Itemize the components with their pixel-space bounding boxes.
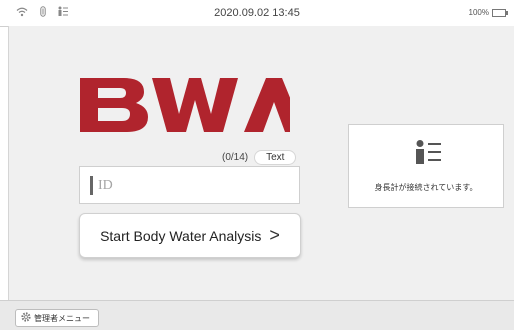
chevron-right-icon: > — [269, 225, 280, 245]
text-caret — [90, 176, 93, 195]
admin-menu-button[interactable]: 管理者メニュー — [15, 309, 99, 327]
text-mode-button[interactable]: Text — [254, 150, 297, 165]
height-meter-panel: 身長計が接続されています。 — [348, 124, 504, 208]
bwa-logo — [80, 74, 304, 139]
gear-icon — [21, 312, 31, 324]
status-bar: 2020.09.02 13:45 100% — [0, 0, 514, 27]
battery-indicator: 100% — [468, 8, 508, 17]
start-analysis-button[interactable]: Start Body Water Analysis > — [79, 213, 301, 258]
id-counter-row: (0/14) Text — [222, 150, 297, 165]
height-meter-status: 身長計が接続されています。 — [374, 183, 478, 192]
admin-menu-label: 管理者メニュー — [34, 313, 90, 323]
status-datetime: 2020.09.02 13:45 — [214, 7, 300, 19]
id-input[interactable]: ID — [79, 166, 300, 204]
bottom-bar: 管理者メニュー — [0, 300, 514, 330]
height-meter-icon — [415, 139, 441, 170]
battery-icon — [492, 8, 508, 17]
id-char-counter: (0/14) — [222, 152, 249, 163]
start-analysis-label: Start Body Water Analysis — [100, 227, 262, 244]
id-placeholder: ID — [98, 178, 113, 193]
battery-percent: 100% — [468, 8, 489, 17]
